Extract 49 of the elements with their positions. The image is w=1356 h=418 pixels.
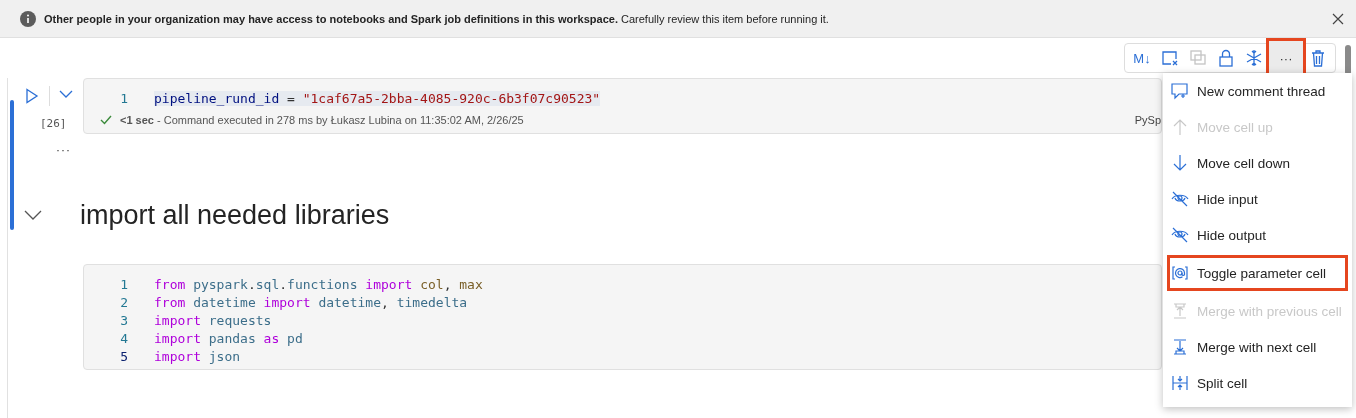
line-number: 2 <box>119 294 128 310</box>
execution-count: [26] <box>40 117 67 130</box>
markdown-button[interactable]: M↓ <box>1129 45 1155 71</box>
snowflake-icon <box>1245 49 1263 67</box>
line-number: 5 <box>119 348 128 364</box>
line-number: 1 <box>119 90 128 106</box>
line-number: 1 <box>119 276 128 292</box>
code-cell[interactable]: 1 pipeline_rund_id = "1caf67a5-2bba-4085-920c-6b3f07c90523" <1 sec - Command executed in 278 ms by Łukasz Lubina on 11:35:02 AM, 2/26/25 PySp <box>83 78 1162 134</box>
more-options-button[interactable]: ··· <box>1269 41 1303 75</box>
line-number: 4 <box>119 330 128 346</box>
eye-off-icon <box>1171 190 1189 208</box>
code-line: from pyspark.sql.functions import col, max <box>154 276 483 292</box>
menu-item[interactable]: Move cell down <box>1163 145 1352 181</box>
code-cell[interactable]: 1 from pyspark.sql.functions import col, max 2 from datetime import datetime, timedelta 3 import requests 4 import pandas as pd 5 import json <box>83 264 1162 370</box>
copy-icon <box>1189 49 1207 67</box>
code-line: from datetime import datetime, timedelta <box>154 294 468 310</box>
chevron-down-icon[interactable] <box>58 88 74 100</box>
menu-item[interactable]: Toggle parameter cell <box>1167 255 1348 291</box>
menu-item[interactable]: Hide input <box>1163 181 1352 217</box>
split-icon <box>1171 374 1189 392</box>
menu-item[interactable]: Hide output <box>1163 217 1352 253</box>
execution-status: <1 sec - Command executed in 278 ms by Łukasz Lubina on 11:35:02 AM, 2/26/25 <box>120 114 525 126</box>
info-icon <box>20 10 36 27</box>
trash-icon <box>1309 49 1327 67</box>
check-icon <box>100 115 112 125</box>
markdown-heading: import all needed libraries <box>80 199 390 231</box>
code-line: import pandas as pd <box>154 330 303 346</box>
arrow-down-icon <box>1171 154 1189 172</box>
lock-icon <box>1217 49 1235 67</box>
merge-up-icon <box>1171 302 1189 320</box>
menu-item[interactable]: Split cell <box>1163 365 1352 401</box>
comment-icon <box>1171 82 1189 100</box>
code-line: import json <box>154 348 241 364</box>
chevron-down-icon[interactable] <box>24 209 42 221</box>
scrollbar-thumb[interactable] <box>1345 45 1351 75</box>
more-button[interactable]: ··· <box>56 143 71 157</box>
close-icon[interactable] <box>1332 12 1344 25</box>
menu-item[interactable]: New comment thread <box>1163 73 1352 109</box>
eye-off-icon <box>1171 226 1189 244</box>
warning-message: Other people in your organization may have access to notebooks and Spark job definitions in this workspace. Carefully review this item before running it. <box>44 12 830 25</box>
merge-down-icon <box>1171 338 1189 356</box>
line-number: 3 <box>119 312 128 328</box>
menu-item[interactable]: Merge with next cell <box>1163 329 1352 365</box>
clear-output-icon <box>1161 49 1179 67</box>
parameter-icon <box>1171 264 1189 282</box>
arrow-up-icon <box>1171 118 1189 136</box>
language-label: PySp <box>1134 114 1161 126</box>
code-line: import requests <box>154 312 272 328</box>
run-icon[interactable] <box>25 88 39 104</box>
